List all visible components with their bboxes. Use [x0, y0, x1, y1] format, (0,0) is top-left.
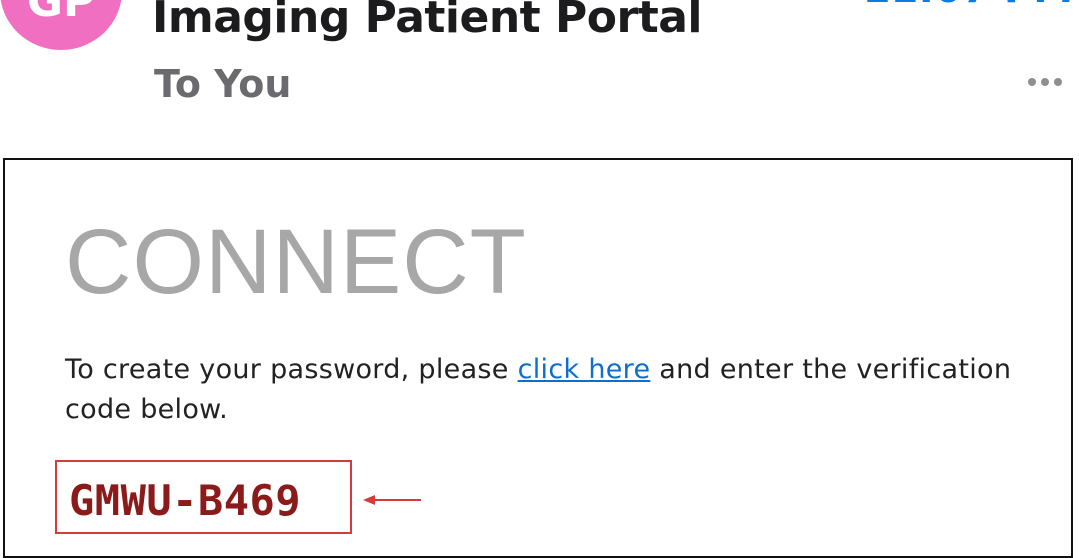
instruction-before: To create your password, please [65, 354, 518, 385]
click-here-link[interactable]: click here [518, 354, 651, 385]
verification-code: GMWU-B469 [69, 476, 302, 525]
connect-logo: CONNECT [65, 211, 527, 313]
avatar-initials: GP [26, 0, 96, 27]
sender-name: Imaging Patient Portal [152, 0, 703, 43]
ellipsis-dot [1041, 78, 1049, 86]
more-options-icon[interactable] [1028, 78, 1062, 86]
annotation-arrow-icon [363, 495, 421, 505]
instruction-text: To create your password, please click he… [65, 350, 1025, 430]
ellipsis-dot [1028, 78, 1036, 86]
verification-code-highlight: GMWU-B469 [55, 460, 352, 534]
email-body: CONNECT To create your password, please … [3, 158, 1073, 558]
sender-avatar[interactable]: GP [0, 0, 122, 50]
recipient-label: To You [154, 62, 292, 106]
message-time: 11:07 PM [863, 0, 1073, 12]
ellipsis-dot [1054, 78, 1062, 86]
